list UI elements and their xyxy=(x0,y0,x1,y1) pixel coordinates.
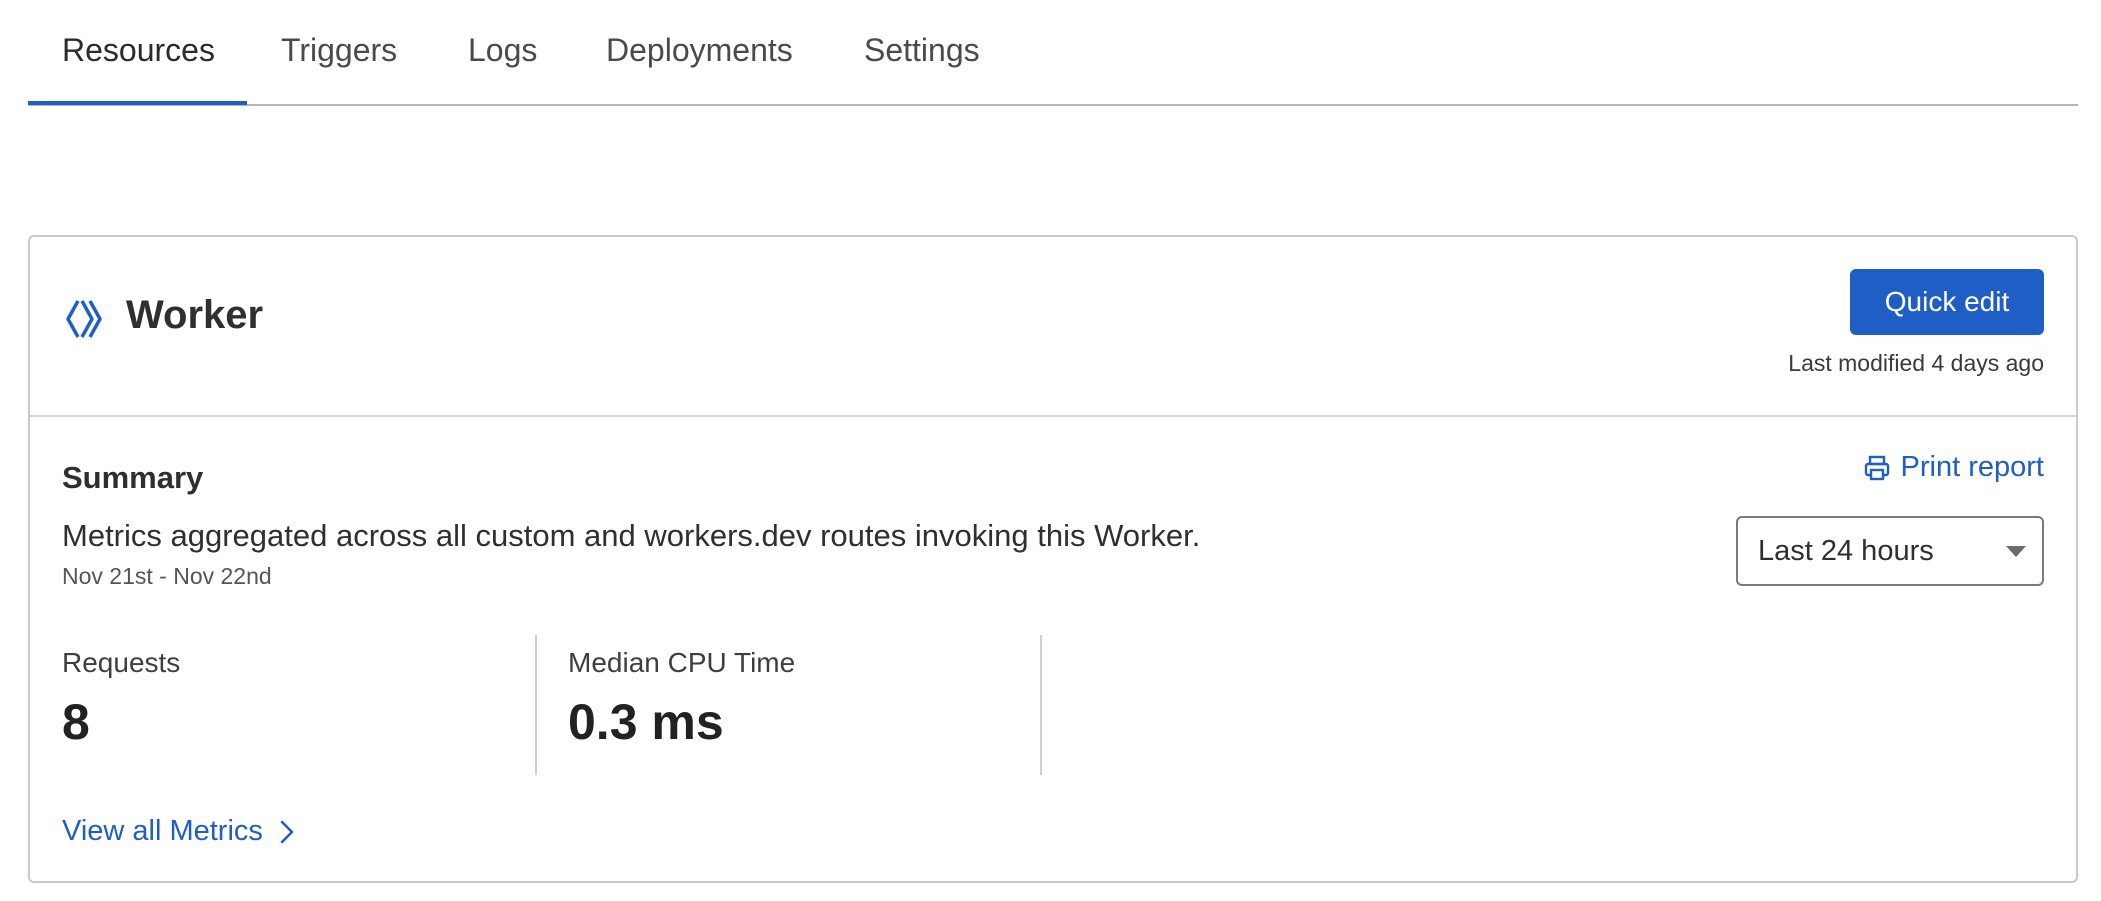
tab-logs[interactable]: Logs xyxy=(468,32,537,69)
tab-settings[interactable]: Settings xyxy=(864,32,980,69)
time-range-select[interactable]: Last 24 hours xyxy=(1736,516,2044,586)
card-header: Worker Quick edit Last modified 4 days a… xyxy=(30,237,2076,417)
metric-median-cpu-time: Median CPU Time 0.3 ms xyxy=(568,635,1038,775)
tab-triggers[interactable]: Triggers xyxy=(281,32,397,69)
tab-deployments[interactable]: Deployments xyxy=(606,32,793,69)
worker-card: Worker Quick edit Last modified 4 days a… xyxy=(28,235,2078,883)
quick-edit-button[interactable]: Quick edit xyxy=(1850,269,2044,335)
caret-down-icon xyxy=(2006,546,2026,557)
metric-divider xyxy=(535,635,537,775)
metric-label: Median CPU Time xyxy=(568,647,796,678)
worker-icon xyxy=(66,300,102,338)
tab-bar: Resources Triggers Logs Deployments Sett… xyxy=(28,0,2078,106)
tab-resources[interactable]: Resources xyxy=(62,32,215,69)
last-modified-text: Last modified 4 days ago xyxy=(1788,350,2044,376)
metric-label: Requests xyxy=(62,647,181,678)
summary-description: Metrics aggregated across all custom and… xyxy=(62,518,1201,553)
view-all-metrics-label: View all Metrics xyxy=(62,815,263,847)
metric-value: 0.3 ms xyxy=(568,694,724,750)
card-title: Worker xyxy=(126,293,264,337)
summary-date-range: Nov 21st - Nov 22nd xyxy=(62,563,272,589)
view-all-metrics-link[interactable]: View all Metrics xyxy=(62,815,297,848)
metric-value: 8 xyxy=(62,694,90,750)
metric-divider xyxy=(1040,635,1042,775)
time-range-value: Last 24 hours xyxy=(1758,535,1934,567)
chevron-right-icon xyxy=(280,820,294,843)
metric-requests: Requests 8 xyxy=(62,635,532,775)
summary-title: Summary xyxy=(62,460,204,495)
printer-icon xyxy=(1864,455,1889,480)
print-report-link[interactable]: Print report xyxy=(1863,451,2044,484)
active-tab-indicator xyxy=(28,101,247,105)
print-report-label: Print report xyxy=(1900,451,2044,483)
